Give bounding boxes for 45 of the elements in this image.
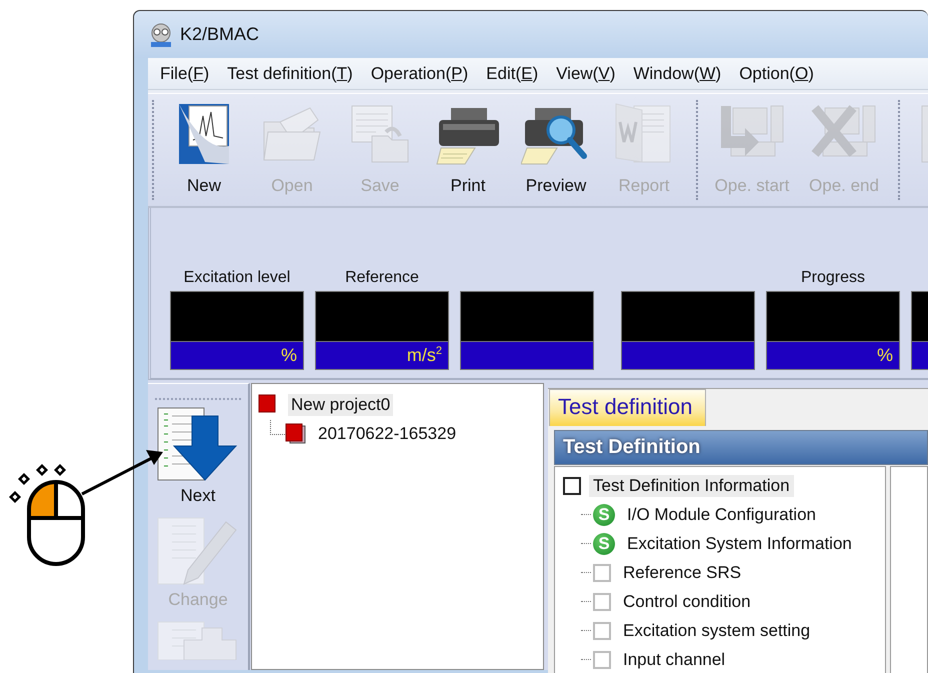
unit-label: % <box>280 345 297 366</box>
checkbox[interactable] <box>593 564 611 582</box>
unit-label: m/s$^{2}$ <box>406 345 442 366</box>
tree-connector <box>581 659 591 660</box>
status-badge: S <box>593 504 615 526</box>
meter-label: Progress <box>800 269 866 288</box>
toolbar-button[interactable]: Preview <box>512 94 600 206</box>
meter-label: Reference <box>345 269 419 288</box>
tab[interactable]: Test definition <box>549 389 706 426</box>
tree-item[interactable]: Excitation System Information <box>623 532 856 554</box>
project-icon <box>285 422 307 444</box>
toolbar-button[interactable]: New <box>160 94 248 206</box>
tree-item[interactable]: Reference SRS <box>619 562 746 584</box>
menu-item[interactable]: Window(W) <box>624 64 730 84</box>
tree-connector <box>581 543 591 544</box>
list-down-arrow-icon <box>156 406 240 482</box>
unit-label: % <box>876 345 893 366</box>
tree-item[interactable]: Test Definition Information <box>589 474 794 496</box>
tree-item[interactable]: 20170622-165329 <box>315 422 460 444</box>
app-logo-icon <box>148 22 174 48</box>
window-title: K2/BMAC <box>180 24 260 45</box>
checkbox[interactable] <box>563 476 581 494</box>
tree-item[interactable]: Control condition <box>619 590 755 612</box>
toolbar-button[interactable]: Print <box>424 94 512 206</box>
meter-label: Excitation level <box>184 269 290 288</box>
menu-item[interactable]: File(F) <box>151 64 218 84</box>
menu-item[interactable]: Edit(E) <box>477 64 548 84</box>
tree-connector <box>581 514 591 515</box>
tree-item[interactable]: I/O Module Configuration <box>623 504 820 526</box>
side-toolbar-button[interactable]: Next <box>156 406 240 516</box>
checkbox[interactable] <box>593 622 611 640</box>
menu-item[interactable]: View(V) <box>547 64 624 84</box>
menu-item[interactable]: Option(O) <box>730 64 823 84</box>
tree-item[interactable]: Excitation system setting <box>619 620 814 642</box>
menu-item[interactable]: Test definition(T) <box>218 64 362 84</box>
tree-connector <box>581 601 591 602</box>
panel-header: Test Definition <box>554 430 928 465</box>
status-badge: S <box>593 532 615 554</box>
tree-item[interactable]: New project0 <box>288 394 394 416</box>
tree-item[interactable]: Input channel <box>619 648 730 670</box>
checkbox[interactable] <box>593 592 611 610</box>
tree-connector <box>581 630 591 631</box>
tree-connector <box>581 572 591 573</box>
menu-item[interactable]: Operation(P) <box>362 64 478 84</box>
checkbox[interactable] <box>593 650 611 668</box>
